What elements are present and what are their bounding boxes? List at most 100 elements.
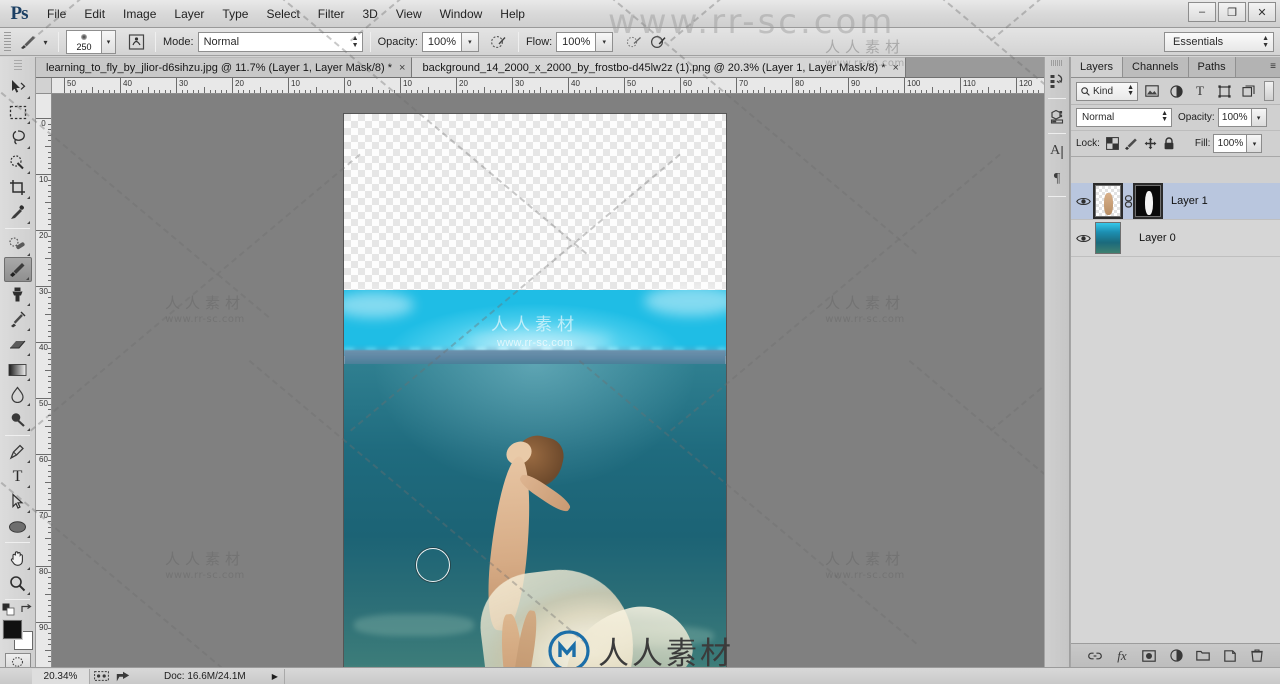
share-icon[interactable] bbox=[112, 669, 134, 684]
document-tab-background-14[interactable]: background_14_2000_x_2000_by_frostbo-d45… bbox=[412, 57, 906, 77]
tab-channels[interactable]: Channels bbox=[1123, 57, 1189, 77]
ellipse-shape-tool[interactable] bbox=[4, 514, 32, 539]
history-panel-icon[interactable] bbox=[1045, 68, 1069, 94]
add-layer-mask-button[interactable] bbox=[1141, 648, 1157, 664]
layer-thumbnail[interactable] bbox=[1095, 222, 1121, 254]
path-selection-tool[interactable] bbox=[4, 489, 32, 514]
document-canvas[interactable]: 人人素材 www.rr-sc.com bbox=[344, 114, 726, 667]
layer-visibility-toggle[interactable] bbox=[1071, 220, 1095, 256]
menu-3d[interactable]: 3D bbox=[353, 4, 386, 24]
horizontal-ruler[interactable]: 50 40 30 20 10 0 10 20 30 40 50 60 70 80 90 100 110 120 bbox=[36, 78, 1044, 94]
vertical-ruler[interactable]: 0 10 20 30 40 50 60 70 80 90 bbox=[36, 94, 52, 667]
thumbnail-preview-icon[interactable] bbox=[90, 669, 112, 684]
link-layers-button[interactable] bbox=[1087, 648, 1103, 664]
move-tool[interactable] bbox=[4, 75, 32, 100]
swap-colors-icon[interactable] bbox=[20, 603, 33, 616]
tab-paths[interactable]: Paths bbox=[1188, 57, 1236, 77]
tablet-pressure-icon[interactable] bbox=[124, 31, 148, 53]
layer-opacity-input[interactable]: 100% bbox=[1217, 108, 1252, 127]
dodge-tool[interactable] bbox=[4, 407, 32, 432]
flow-input[interactable]: 100% bbox=[556, 31, 597, 52]
crop-tool[interactable] bbox=[4, 175, 32, 200]
paragraph-panel-icon[interactable]: ¶ bbox=[1045, 166, 1069, 192]
brush-tool[interactable] bbox=[3, 257, 32, 282]
close-icon[interactable]: × bbox=[893, 62, 899, 74]
opacity-dropdown-arrow[interactable]: ▾ bbox=[461, 31, 479, 52]
adjustments-panel-icon[interactable] bbox=[1045, 103, 1069, 129]
lock-position-icon[interactable] bbox=[1141, 134, 1160, 154]
layer-mask-thumbnail[interactable] bbox=[1135, 185, 1161, 217]
restore-button[interactable]: ❐ bbox=[1218, 2, 1246, 22]
layers-list[interactable]: Layer 1 Layer 0 bbox=[1071, 183, 1280, 684]
foreground-color-swatch[interactable] bbox=[2, 620, 22, 639]
menu-type[interactable]: Type bbox=[213, 4, 257, 24]
adjustment-filter-icon[interactable] bbox=[1166, 81, 1186, 101]
document-tab-learning-to-fly[interactable]: learning_to_fly_by_jlior-d6sihzu.jpg @ 1… bbox=[36, 57, 413, 77]
clone-stamp-tool[interactable] bbox=[4, 282, 32, 307]
gradient-tool[interactable] bbox=[4, 357, 32, 382]
eyedropper-tool[interactable] bbox=[4, 200, 32, 225]
type-filter-icon[interactable]: T bbox=[1190, 81, 1210, 101]
tools-panel-grip[interactable] bbox=[13, 60, 22, 72]
lock-all-icon[interactable] bbox=[1160, 134, 1179, 154]
default-colors-icon[interactable] bbox=[2, 603, 15, 616]
menu-window[interactable]: Window bbox=[431, 4, 492, 24]
horizontal-type-tool[interactable]: T bbox=[4, 464, 32, 489]
canvas-viewport[interactable]: 人人素材 www.rr-sc.com bbox=[52, 94, 1044, 667]
brush-preset-dropdown-arrow[interactable]: ▾ bbox=[102, 29, 116, 54]
lasso-tool[interactable] bbox=[4, 125, 32, 150]
tab-layers[interactable]: Layers bbox=[1071, 57, 1124, 77]
delete-layer-button[interactable] bbox=[1249, 648, 1265, 664]
smart-object-filter-icon[interactable] bbox=[1238, 81, 1258, 101]
layer-opacity-dropdown-arrow[interactable]: ▾ bbox=[1251, 108, 1267, 127]
brush-preset-picker[interactable]: 250 bbox=[66, 29, 102, 54]
close-button[interactable]: ✕ bbox=[1248, 2, 1276, 22]
menu-help[interactable]: Help bbox=[491, 4, 534, 24]
dock-grip[interactable] bbox=[1051, 60, 1063, 66]
layer-row-layer-1[interactable]: Layer 1 bbox=[1071, 183, 1280, 220]
options-bar-grip[interactable] bbox=[4, 31, 11, 52]
new-adjustment-layer-button[interactable] bbox=[1168, 648, 1184, 664]
hand-tool[interactable] bbox=[4, 546, 32, 571]
link-mask-icon[interactable] bbox=[1121, 194, 1135, 208]
menu-select[interactable]: Select bbox=[257, 4, 308, 24]
new-group-button[interactable] bbox=[1195, 648, 1211, 664]
opacity-input[interactable]: 100% bbox=[421, 31, 462, 52]
spot-healing-brush-tool[interactable] bbox=[4, 232, 32, 257]
filter-kind-select[interactable]: Kind ▲ ▼ bbox=[1076, 81, 1138, 101]
layer-row-layer-0[interactable]: Layer 0 bbox=[1071, 220, 1280, 257]
flow-dropdown-arrow[interactable]: ▾ bbox=[596, 31, 614, 52]
layer-style-button[interactable]: fx bbox=[1114, 648, 1130, 664]
airbrush-icon[interactable] bbox=[622, 31, 646, 53]
panel-menu-icon[interactable]: ≡ bbox=[1270, 61, 1276, 72]
layer-visibility-toggle[interactable] bbox=[1071, 183, 1095, 219]
history-brush-tool[interactable] bbox=[4, 307, 32, 332]
status-expand-arrow-icon[interactable]: ▶ bbox=[272, 672, 278, 681]
blur-tool[interactable] bbox=[4, 382, 32, 407]
layer-name[interactable]: Layer 1 bbox=[1171, 195, 1208, 207]
new-layer-button[interactable] bbox=[1222, 648, 1238, 664]
pixel-filter-icon[interactable] bbox=[1142, 81, 1162, 101]
blend-mode-select[interactable]: Normal ▲ ▼ bbox=[197, 31, 363, 52]
menu-file[interactable]: File bbox=[38, 4, 75, 24]
menu-image[interactable]: Image bbox=[114, 4, 165, 24]
character-panel-icon[interactable]: A | bbox=[1045, 138, 1069, 164]
layer-fill-dropdown-arrow[interactable]: ▾ bbox=[1247, 134, 1263, 153]
flow-pressure-icon[interactable] bbox=[646, 31, 670, 53]
layer-name[interactable]: Layer 0 bbox=[1139, 232, 1176, 244]
layer-blend-mode-select[interactable]: Normal ▲ ▼ bbox=[1076, 108, 1172, 127]
rectangular-marquee-tool[interactable] bbox=[4, 100, 32, 125]
close-icon[interactable]: × bbox=[399, 62, 405, 74]
brush-tool-dropdown-arrow[interactable]: ▾ bbox=[40, 32, 51, 52]
lock-image-pixels-icon[interactable] bbox=[1122, 134, 1141, 154]
minimize-button[interactable]: – bbox=[1188, 2, 1216, 22]
menu-layer[interactable]: Layer bbox=[165, 4, 213, 24]
zoom-level-input[interactable]: 20.34% bbox=[32, 668, 90, 684]
workspace-select[interactable]: Essentials ▲ ▼ bbox=[1164, 32, 1274, 52]
pen-tool[interactable] bbox=[4, 439, 32, 464]
quick-selection-tool[interactable] bbox=[4, 150, 32, 175]
filter-enable-toggle[interactable] bbox=[1264, 81, 1274, 101]
ruler-origin-corner[interactable] bbox=[36, 78, 52, 94]
menu-edit[interactable]: Edit bbox=[75, 4, 114, 24]
zoom-tool[interactable] bbox=[4, 571, 32, 596]
